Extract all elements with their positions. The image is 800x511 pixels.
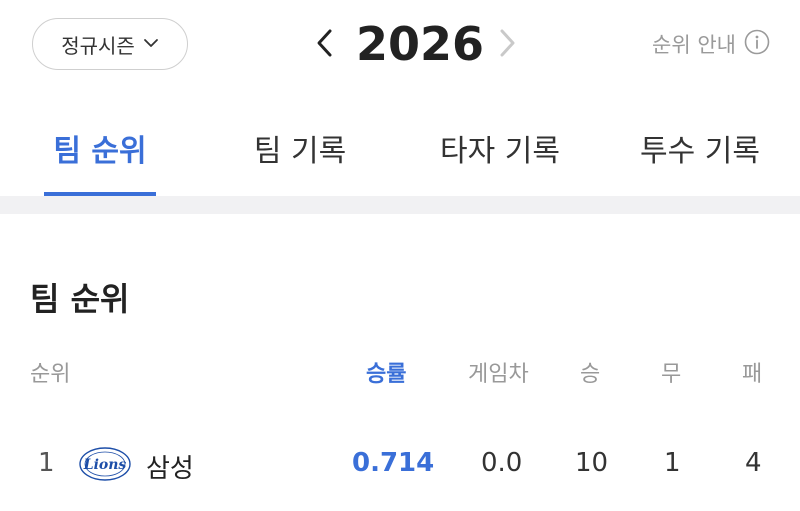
win-pct-cell: 0.714 — [352, 448, 435, 478]
tab-label: 타자 기록 — [440, 134, 560, 169]
column-header-wins[interactable]: 승 — [580, 356, 600, 388]
tab-label: 팀 순위 — [53, 134, 147, 169]
draws-cell: 1 — [664, 448, 681, 478]
next-year-button[interactable] — [492, 26, 522, 60]
season-dropdown-label: 정규시즌 — [61, 33, 135, 58]
info-icon — [744, 29, 770, 60]
tab-label: 투수 기록 — [640, 134, 760, 169]
tab-team-rank[interactable]: 팀 순위 — [20, 100, 180, 196]
column-header-win-pct[interactable]: 승률 — [366, 356, 406, 388]
column-header-rank: 순위 — [30, 362, 71, 387]
tab-team-records[interactable]: 팀 기록 — [220, 100, 380, 196]
wins-cell: 10 — [575, 448, 609, 478]
rank-guide-link[interactable]: 순위 안내 — [652, 24, 770, 64]
losses-cell: 4 — [745, 448, 762, 478]
chevron-right-icon — [500, 29, 515, 57]
header: 정규시즌 2026 순위 안내 — [0, 0, 800, 90]
rank-cell: 1 — [38, 448, 55, 478]
table-row[interactable]: 1 Lions 삼성 0.714 0.0 10 1 4 — [0, 440, 800, 490]
season-dropdown[interactable]: 정규시즌 — [32, 18, 188, 70]
section-title: 팀 순위 — [30, 280, 130, 318]
team-name-cell: 삼성 — [146, 454, 194, 484]
chevron-left-icon — [317, 29, 332, 57]
tab-batter-records[interactable]: 타자 기록 — [420, 100, 580, 196]
tab-label: 팀 기록 — [253, 134, 347, 169]
year-navigator: 2026 — [300, 12, 530, 76]
games-behind-cell: 0.0 — [481, 448, 523, 478]
tab-pitcher-records[interactable]: 투수 기록 — [620, 100, 780, 196]
section-divider — [0, 196, 800, 214]
column-header-losses[interactable]: 패 — [742, 356, 762, 388]
team-logo: Lions — [78, 444, 132, 484]
column-header-draws[interactable]: 무 — [661, 356, 681, 388]
chevron-down-icon — [143, 32, 159, 56]
year-label: 2026 — [355, 17, 485, 71]
tab-bar: 팀 순위 팀 기록 타자 기록 투수 기록 — [0, 100, 800, 196]
column-header-games-behind[interactable]: 게임차 — [468, 356, 529, 388]
team-logo-text: Lions — [83, 457, 127, 473]
previous-year-button[interactable] — [310, 26, 340, 60]
rank-guide-label: 순위 안내 — [652, 33, 736, 57]
